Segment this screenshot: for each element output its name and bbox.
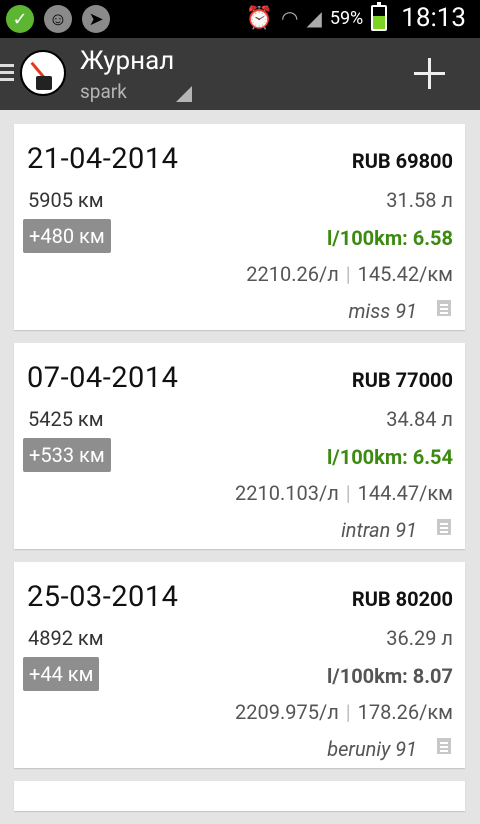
add-entry-button[interactable] — [408, 52, 452, 96]
log-entry-card[interactable]: 21-04-2014 RUB 69800 5905 км 31.58 л +48… — [14, 124, 465, 330]
vehicle-selector[interactable]: spark — [80, 80, 127, 103]
navigation-icon: ➤ — [82, 5, 110, 33]
entry-volume: 31.58 л — [386, 188, 453, 212]
signal-icon: ◢ — [306, 6, 322, 30]
entry-volume: 36.29 л — [386, 626, 453, 650]
entry-odometer: 5905 км — [28, 188, 104, 212]
entry-station: miss 91 — [348, 299, 417, 323]
note-icon — [437, 300, 451, 316]
battery-icon — [371, 2, 388, 31]
price-per-liter: 2210.26/л — [246, 262, 339, 286]
entry-date: 21-04-2014 — [27, 142, 179, 176]
page-title: Журнал — [80, 46, 175, 76]
entry-distance-badge: +44 км — [23, 657, 100, 691]
entry-cost: RUB 77000 — [351, 368, 453, 392]
entry-consumption: l/100km: 6.54 — [327, 445, 453, 469]
battery-percent: 59% — [329, 7, 364, 29]
check-icon: ✓ — [6, 5, 34, 33]
entry-distance-badge: +480 км — [23, 219, 111, 253]
price-per-km: 178.26/км — [357, 700, 453, 724]
sticker-icon: ☺ — [44, 5, 72, 33]
entry-cost: RUB 80200 — [351, 587, 453, 611]
app-logo-gauge-icon[interactable] — [20, 50, 66, 96]
entry-price: 2210.26/л | 145.42/км — [246, 262, 453, 286]
status-bar: ✓ ☺ ➤ ⏰ ◠ ◢ 59% 18:13 — [0, 0, 480, 38]
clock: 18:13 — [401, 3, 466, 33]
entry-date: 07-04-2014 — [27, 361, 179, 395]
entry-odometer: 4892 км — [28, 626, 104, 650]
entry-odometer: 5425 км — [28, 407, 104, 431]
entry-price: 2210.103/л | 144.47/км — [235, 481, 453, 505]
log-entry-card[interactable]: 25-03-2014 RUB 80200 4892 км 36.29 л +44… — [14, 562, 465, 768]
entry-distance-badge: +533 км — [23, 438, 111, 472]
wifi-icon: ◠ — [280, 6, 299, 30]
drawer-menu-icon[interactable] — [0, 64, 14, 85]
price-per-km: 144.47/км — [357, 481, 453, 505]
alarm-icon: ⏰ — [245, 5, 273, 31]
entry-consumption: l/100km: 8.07 — [327, 664, 453, 688]
note-icon — [437, 519, 451, 535]
entry-price: 2209.975/л | 178.26/км — [235, 700, 453, 724]
fuel-log-list: 21-04-2014 RUB 69800 5905 км 31.58 л +48… — [14, 124, 465, 824]
note-icon — [437, 738, 451, 754]
log-entry-card[interactable]: 07-04-2014 RUB 77000 5425 км 34.84 л +53… — [14, 343, 465, 549]
log-entry-card[interactable] — [14, 781, 465, 811]
entry-volume: 34.84 л — [386, 407, 453, 431]
entry-cost: RUB 69800 — [351, 149, 453, 173]
price-per-km: 145.42/км — [357, 262, 453, 286]
entry-station: beruniy 91 — [327, 737, 417, 761]
entry-station: intran 91 — [341, 518, 417, 542]
action-bar: Журнал spark — [0, 38, 480, 110]
entry-date: 25-03-2014 — [27, 580, 179, 614]
price-per-liter: 2209.975/л — [235, 700, 339, 724]
dropdown-arrow-icon[interactable] — [176, 86, 192, 102]
entry-consumption: l/100km: 6.58 — [327, 226, 453, 250]
price-per-liter: 2210.103/л — [235, 481, 339, 505]
